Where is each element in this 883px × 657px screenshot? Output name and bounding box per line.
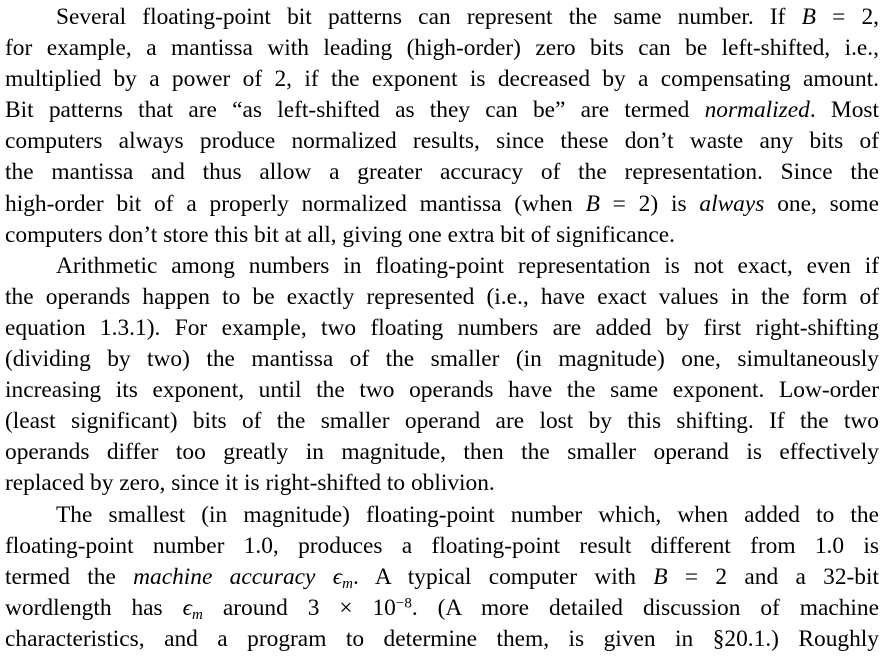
text-run: . (A more detailed discussion of machine: [411, 594, 879, 621]
paragraph-arithmetic: Arithmetic among numbers in floating-poi…: [5, 251, 879, 500]
text-run: replaced by zero, since it is right-shif…: [5, 470, 495, 497]
text-run: characteristics, and a program to determ…: [5, 625, 879, 652]
text-line: the mantissa and thus allow a greater ac…: [5, 157, 879, 188]
text-line: high-order bit of a properly normalized …: [5, 189, 879, 220]
text-run: = 2 and a 32-bit: [667, 563, 879, 590]
subscript: m: [342, 575, 353, 592]
text-run: Several floating-point bit patterns can …: [56, 4, 802, 30]
text-line: Several floating-point bit patterns can …: [5, 2, 879, 33]
text-run: Bit patterns that are “as left-shifted a…: [5, 97, 705, 124]
italic-text: B: [801, 4, 816, 30]
text-run: equation 1.3.1). For example, two floati…: [5, 314, 879, 341]
text-run: = 2,: [815, 4, 879, 30]
text-run: [315, 564, 332, 590]
text-run: computers don’t store this bit at all, g…: [5, 221, 675, 248]
text-line: The smallest (in magnitude) floating-poi…: [5, 500, 879, 531]
paragraph-machine-accuracy: The smallest (in magnitude) floating-poi…: [5, 500, 879, 655]
text-line: computers always produce normalized resu…: [5, 126, 879, 157]
italic-text: ϵ: [332, 563, 343, 590]
text-run: the mantissa and thus allow a greater ac…: [5, 159, 879, 186]
text-run: The smallest (in magnitude) floating-poi…: [56, 501, 879, 528]
text-run: one, some: [764, 190, 879, 217]
text-run: high-order bit of a properly normalized …: [5, 190, 586, 217]
text-line: equation 1.3.1). For example, two floati…: [5, 313, 879, 344]
text-run: floating-point number 1.0, produces a fl…: [5, 532, 879, 559]
text-line: floating-point number 1.0, produces a fl…: [5, 531, 879, 562]
text-line: Arithmetic among numbers in floating-poi…: [5, 251, 879, 282]
text-run: increasing its exponent, until the two o…: [5, 377, 879, 404]
text-run: (dividing by two) the mantissa of the sm…: [5, 346, 879, 373]
text-run: (least significant) bits of the smaller …: [5, 408, 879, 435]
text-run: operands differ too greatly in magnitude…: [5, 439, 879, 466]
text-line: multiplied by a power of 2, if the expon…: [5, 64, 879, 95]
text-line: the operands happen to be exactly repres…: [5, 282, 879, 313]
text-line: increasing its exponent, until the two o…: [5, 375, 879, 406]
text-run: . Most: [809, 97, 879, 124]
subscript: m: [192, 606, 203, 623]
text-line: wordlength has ϵm around 3 × 10−8. (A mo…: [5, 593, 879, 624]
text-run: wordlength has: [5, 594, 183, 621]
text-run: for example, a mantissa with leading (hi…: [5, 35, 879, 62]
italic-text: ϵ: [182, 594, 193, 621]
document-page: Several floating-point bit patterns can …: [5, 2, 879, 655]
italic-text: always: [699, 190, 765, 217]
text-line: operands differ too greatly in magnitude…: [5, 437, 879, 468]
text-run: = 2) is: [599, 190, 700, 217]
text-run: Arithmetic among numbers in floating-poi…: [56, 252, 879, 279]
text-line: termed the machine accuracy ϵm. A typica…: [5, 562, 879, 593]
text-line: (dividing by two) the mantissa of the sm…: [5, 344, 879, 375]
text-run: termed the: [5, 563, 134, 590]
text-line: computers don’t store this bit at all, g…: [5, 220, 879, 251]
italic-text: normalized: [704, 97, 810, 124]
text-line: for example, a mantissa with leading (hi…: [5, 33, 879, 64]
text-run: . A typical computer with: [353, 563, 654, 590]
superscript: −8: [395, 595, 412, 612]
text-run: multiplied by a power of 2, if the expon…: [5, 66, 879, 93]
text-run: around 3 × 10: [202, 594, 396, 621]
paragraph-normalization: Several floating-point bit patterns can …: [5, 2, 879, 251]
text-run: the operands happen to be exactly repres…: [5, 283, 879, 310]
text-line: replaced by zero, since it is right-shif…: [5, 468, 879, 499]
text-line: (least significant) bits of the smaller …: [5, 406, 879, 437]
italic-text: B: [653, 563, 668, 590]
text-line: Bit patterns that are “as left-shifted a…: [5, 95, 879, 126]
text-run: computers always produce normalized resu…: [5, 128, 879, 155]
italic-text: machine accuracy: [133, 563, 316, 590]
text-line: characteristics, and a program to determ…: [5, 624, 879, 655]
italic-text: B: [585, 190, 600, 217]
